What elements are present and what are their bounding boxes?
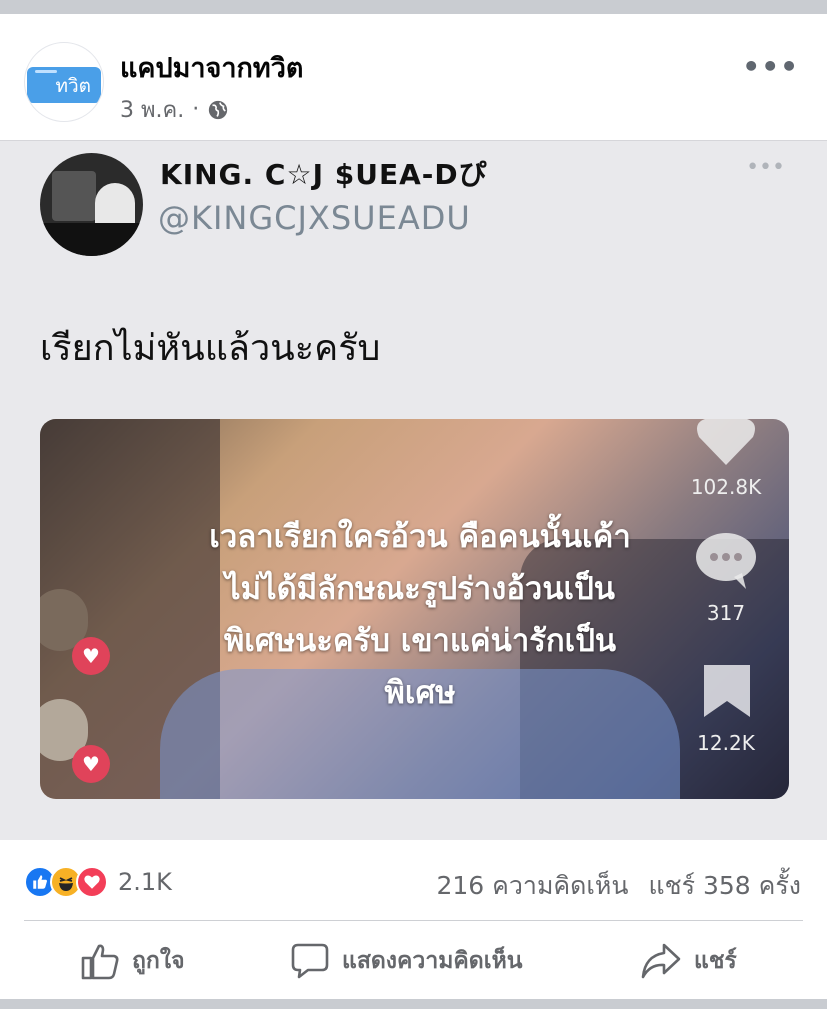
tweet-avatar <box>40 153 143 256</box>
engagement-counts: 216 ความคิดเห็น แชร์ 358 ครั้ง <box>436 866 801 906</box>
reaction-count: 2.1K <box>118 868 172 896</box>
video-like-count: 102.8K <box>690 475 762 499</box>
tweet-more-icon: ••• <box>746 155 785 180</box>
post-meta: 3 พ.ค. · <box>120 92 229 127</box>
page-name[interactable]: แคปมาจากทวิต <box>120 46 303 89</box>
love-reaction-icon <box>76 866 108 898</box>
share-label: แชร์ <box>694 948 737 974</box>
top-separator <box>0 0 827 14</box>
caption-line: พิเศษนะครับ เขาแค่น่ารักเป็น <box>223 623 617 659</box>
share-count-link[interactable]: แชร์ 358 ครั้ง <box>649 866 801 906</box>
caption-line: พิเศษ <box>384 675 456 711</box>
comment-label: แสดงความคิดเห็น <box>342 948 523 974</box>
comment-bubble-icon <box>696 533 756 589</box>
divider <box>24 920 803 921</box>
heart-icon: ♥ <box>72 745 110 783</box>
caption-line: เวลาเรียกใครอ้วน คือคนนั้นเค้า <box>209 519 631 555</box>
comment-icon <box>291 943 329 979</box>
reactions-summary[interactable]: 2.1K <box>24 866 172 898</box>
globe-icon <box>209 100 228 119</box>
comment-button[interactable]: แสดงความคิดเห็น <box>290 941 522 981</box>
bookmark-icon <box>704 665 750 717</box>
tweet-display-name: KING. C☆J $UEA-Dぴ <box>160 158 488 191</box>
tweet-handle: @KINGCJXSUEADU <box>158 199 471 237</box>
caption-line: ไม่ได้มีลักษณะรูปร่างอ้วนเป็น <box>225 571 615 607</box>
video-comment-count: 317 <box>706 601 746 625</box>
share-button[interactable]: แชร์ <box>640 941 737 981</box>
like-label: ถูกใจ <box>132 948 185 974</box>
avatar-text: ทวิต <box>55 75 91 97</box>
more-options-icon[interactable]: ••• <box>742 50 799 83</box>
bottom-separator <box>0 999 827 1009</box>
action-bar: ถูกใจ แสดงความคิดเห็น แชร์ <box>0 935 827 991</box>
comment-count-link[interactable]: 216 ความคิดเห็น <box>436 866 628 906</box>
thumbs-up-icon <box>81 944 119 980</box>
like-heart-icon <box>697 419 755 465</box>
video-caption: เวลาเรียกใครอ้วน คือคนนั้นเค้า ไม่ได้มีล… <box>100 511 740 719</box>
page-avatar[interactable]: ทวิต <box>24 42 104 122</box>
like-button[interactable]: ถูกใจ <box>80 941 185 981</box>
tweet-text: เรียกไม่หันแล้วนะครับ <box>40 328 381 369</box>
share-arrow-icon <box>641 943 681 979</box>
video-thumbnail: ♥ ♥ เวลาเรียกใครอ้วน คือคนนั้นเค้า ไม่ได… <box>40 419 789 799</box>
post-date[interactable]: 3 พ.ค. <box>120 92 184 127</box>
avatar-decoration <box>35 70 57 73</box>
shared-image[interactable]: KING. C☆J $UEA-Dぴ @KINGCJXSUEADU ••• เรี… <box>0 140 827 840</box>
meta-separator: · <box>192 97 200 122</box>
video-save-count: 12.2K <box>697 731 755 755</box>
